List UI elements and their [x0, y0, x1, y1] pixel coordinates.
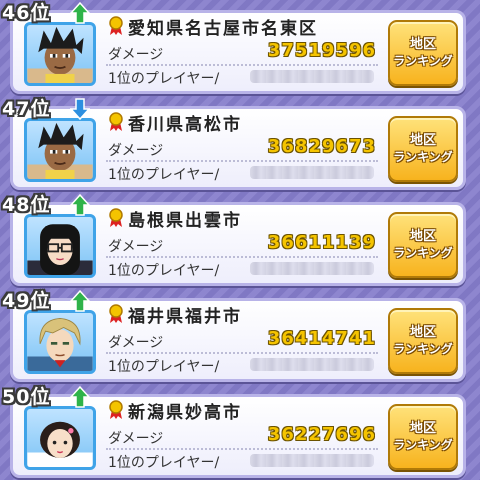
region-name: 新潟県妙高市 — [128, 403, 242, 423]
region-ranking-button[interactable]: 地区 ランキング — [388, 308, 458, 374]
player-avatar — [24, 406, 96, 470]
top-player-label: 1位のプレイヤー/ — [108, 359, 220, 375]
rank-number: 46位 — [2, 2, 51, 24]
rank-up-arrow-icon — [70, 2, 90, 24]
rank-number: 47位 — [2, 98, 51, 120]
top-player-label: 1位のプレイヤー/ — [108, 263, 220, 279]
rank-up-arrow-icon — [70, 386, 90, 408]
medal-icon — [109, 112, 123, 131]
button-label-line2: ランキング — [393, 437, 453, 452]
divider — [106, 448, 378, 450]
region-ranking-button[interactable]: 地区 ランキング — [388, 212, 458, 278]
button-label-line2: ランキング — [393, 341, 453, 356]
rank-number: 49位 — [2, 290, 51, 312]
rank-number: 48位 — [2, 194, 51, 216]
button-label-line1: 地区 — [409, 325, 436, 341]
blurred-player-name — [250, 454, 374, 467]
medal-icon — [109, 304, 123, 323]
button-label-line2: ランキング — [393, 53, 453, 68]
player-avatar — [24, 118, 96, 182]
button-label-line1: 地区 — [409, 37, 436, 53]
rank-up-arrow-icon — [70, 194, 90, 216]
region-name: 香川県高松市 — [128, 115, 242, 135]
blurred-player-name — [250, 262, 374, 275]
region-name: 愛知県名古屋市名東区 — [128, 19, 318, 39]
damage-label: ダメージ — [108, 143, 164, 159]
spiky-black-hair-boy-icon — [27, 122, 93, 179]
region-name: 島根県出雲市 — [128, 211, 242, 231]
dark-hair-girl-icon — [27, 421, 93, 467]
damage-value: 36829673 — [267, 136, 376, 157]
button-label-line1: 地区 — [409, 229, 436, 245]
ranking-row: 50位 新潟県妙高市 ダメージ 36227696 1位のプレイヤー/ 地区 ラン… — [0, 384, 480, 478]
region-name: 福井県福井市 — [128, 307, 242, 327]
damage-label: ダメージ — [108, 239, 164, 255]
player-avatar — [24, 214, 96, 278]
rank-up-arrow-icon — [70, 290, 90, 312]
button-label-line2: ランキング — [393, 245, 453, 260]
rank-down-arrow-icon — [70, 98, 90, 120]
ranking-row: 46位 愛知県名古屋市名東区 ダメージ 37519596 1位のプレイヤー/ 地… — [0, 0, 480, 94]
region-ranking-button[interactable]: 地区 ランキング — [388, 404, 458, 470]
divider — [106, 256, 378, 258]
damage-value: 36414741 — [267, 328, 376, 349]
damage-value: 37519596 — [267, 40, 376, 61]
blurred-player-name — [250, 166, 374, 179]
player-avatar — [24, 22, 96, 86]
ranking-row: 49位 福井県福井市 ダメージ 36414741 1位のプレイヤー/ 地区 ラン… — [0, 288, 480, 382]
glasses-girl-icon — [27, 224, 93, 275]
button-label-line2: ランキング — [393, 149, 453, 164]
ranking-row: 48位 島根県出雲市 ダメージ 36611139 1位のプレイヤー/ 地区 ラン… — [0, 192, 480, 286]
damage-value: 36611139 — [267, 232, 376, 253]
player-avatar — [24, 310, 96, 374]
medal-icon — [109, 16, 123, 35]
medal-icon — [109, 208, 123, 227]
damage-label: ダメージ — [108, 335, 164, 351]
button-label-line1: 地区 — [409, 133, 436, 149]
button-label-line1: 地区 — [409, 421, 436, 437]
divider — [106, 352, 378, 354]
region-ranking-button[interactable]: 地区 ランキング — [388, 20, 458, 86]
ranking-row: 47位 香川県高松市 ダメージ 36829673 1位のプレイヤー/ 地区 ラン… — [0, 96, 480, 190]
blurred-player-name — [250, 70, 374, 83]
region-ranking-button[interactable]: 地区 ランキング — [388, 116, 458, 182]
rank-number: 50位 — [2, 386, 51, 408]
spiky-black-hair-boy-icon — [27, 26, 93, 83]
divider — [106, 160, 378, 162]
blonde-hair-boy-icon — [27, 317, 93, 371]
damage-value: 36227696 — [267, 424, 376, 445]
damage-label: ダメージ — [108, 431, 164, 447]
top-player-label: 1位のプレイヤー/ — [108, 455, 220, 471]
blurred-player-name — [250, 358, 374, 371]
divider — [106, 64, 378, 66]
medal-icon — [109, 400, 123, 419]
top-player-label: 1位のプレイヤー/ — [108, 71, 220, 87]
damage-label: ダメージ — [108, 47, 164, 63]
top-player-label: 1位のプレイヤー/ — [108, 167, 220, 183]
